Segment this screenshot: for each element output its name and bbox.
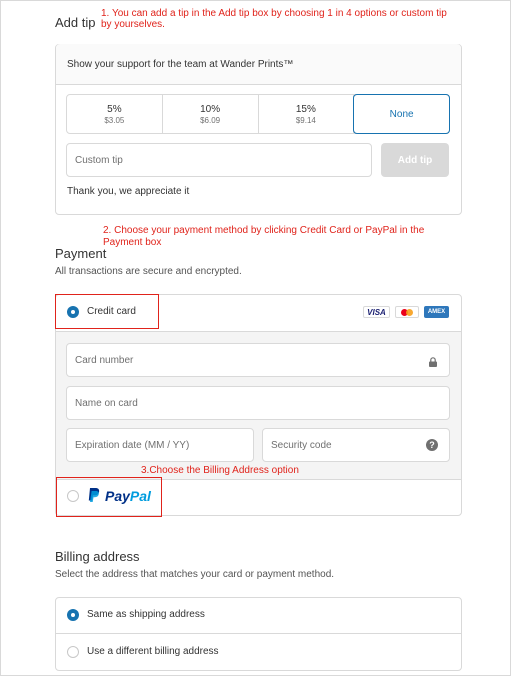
tip-thanks-text: Thank you, we appreciate it	[67, 186, 190, 197]
tip-option-5[interactable]: 5% $3.05	[67, 95, 163, 133]
add-tip-heading: Add tip	[55, 15, 96, 30]
annotation-highlight-paypal	[56, 477, 162, 517]
tip-option-10[interactable]: 10% $6.09	[163, 95, 259, 133]
payment-heading: Payment	[55, 246, 107, 261]
name-on-card-input[interactable]: Name on card	[66, 386, 450, 420]
tip-option-15[interactable]: 15% $9.14	[259, 95, 355, 133]
lock-icon	[428, 354, 438, 367]
tip-option-none[interactable]: None	[353, 94, 450, 134]
annotation-tip-line2: by yourselves.	[101, 19, 165, 30]
custom-tip-placeholder: Custom tip	[75, 154, 123, 166]
mastercard-icon	[395, 306, 419, 318]
annotation-highlight-credit-card	[55, 294, 159, 329]
tip-option-amount: $6.09	[200, 115, 221, 125]
billing-subtitle: Select the address that matches your car…	[55, 569, 335, 580]
security-code-placeholder: Security code	[271, 439, 332, 451]
annotation-tip-line1: 1. You can add a tip in the Add tip box …	[101, 8, 447, 19]
tip-option-amount: $9.14	[295, 115, 316, 125]
different-billing-label[interactable]: Use a different billing address	[87, 646, 219, 657]
visa-icon: VISA	[363, 306, 390, 318]
tip-option-percent: 15%	[295, 103, 316, 115]
payment-subtitle: All transactions are secure and encrypte…	[55, 266, 242, 277]
tip-option-percent: 5%	[107, 103, 122, 115]
same-as-shipping-label[interactable]: Same as shipping address	[87, 609, 205, 620]
card-number-placeholder: Card number	[75, 354, 134, 366]
same-as-shipping-radio[interactable]	[67, 609, 79, 621]
billing-divider	[56, 633, 461, 634]
name-on-card-placeholder: Name on card	[75, 397, 138, 409]
amex-icon: AMEX	[424, 306, 449, 318]
expiration-date-input[interactable]: Expiration date (MM / YY)	[66, 428, 254, 462]
tip-option-percent: 10%	[200, 103, 221, 115]
custom-tip-input[interactable]: Custom tip	[66, 143, 372, 177]
tip-option-none-label: None	[389, 108, 414, 120]
annotation-payment-line1: 2. Choose your payment method by clickin…	[103, 225, 425, 236]
card-number-input[interactable]: Card number	[66, 343, 450, 377]
security-code-input[interactable]: Security code	[262, 428, 450, 462]
different-billing-radio[interactable]	[67, 646, 79, 658]
mastercard-circle-orange	[406, 309, 413, 316]
tip-option-amount: $3.05	[104, 115, 125, 125]
add-tip-button[interactable]: Add tip	[381, 143, 449, 177]
expiration-date-placeholder: Expiration date (MM / YY)	[75, 439, 190, 451]
annotation-payment-line2: Payment box	[103, 237, 162, 248]
tip-options: 5% $3.05 10% $6.09 15% $9.14 None	[66, 94, 450, 134]
help-icon[interactable]: ?	[426, 439, 438, 451]
tip-support-text: Show your support for the team at Wander…	[67, 59, 294, 70]
billing-heading: Billing address	[55, 549, 140, 564]
annotation-billing: 3.Choose the Billing Address option	[141, 465, 299, 476]
